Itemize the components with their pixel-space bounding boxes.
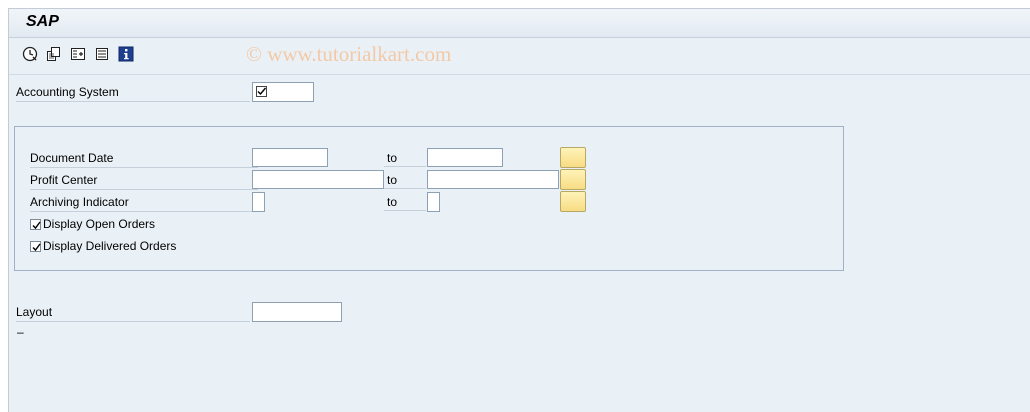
title-bar: SAP — [9, 9, 1030, 38]
document-date-from-input[interactable] — [252, 148, 328, 167]
archiving-indicator-to-label: to — [384, 193, 426, 211]
open-orders-checkbox[interactable] — [30, 219, 41, 230]
watermark-text: © www.tutorialkart.com — [246, 42, 452, 66]
delivered-orders-label: Display Delivered Orders — [43, 239, 177, 253]
delete-selection-icon[interactable] — [94, 46, 110, 62]
layout-input[interactable] — [252, 302, 342, 322]
info-icon[interactable] — [118, 46, 134, 62]
profit-center-label: Profit Center — [30, 171, 258, 190]
variants-icon[interactable] — [46, 46, 62, 62]
accounting-system-label: Accounting System — [16, 83, 250, 102]
layout-label: Layout — [16, 303, 250, 322]
execute-icon[interactable] — [22, 46, 38, 62]
delivered-orders-checkbox[interactable] — [30, 241, 41, 252]
window-title: SAP — [26, 13, 59, 30]
status-text: – — [17, 325, 24, 339]
application-toolbar: © www.tutorialkart.com — [9, 38, 1030, 75]
open-orders-label: Display Open Orders — [43, 217, 156, 231]
archiving-indicator-multiple-selection-button[interactable] — [560, 191, 586, 212]
archiving-indicator-label: Archiving Indicator — [30, 193, 258, 212]
profit-center-from-input[interactable] — [252, 170, 384, 189]
selection-options-icon[interactable] — [70, 46, 86, 62]
archiving-indicator-from-input[interactable] — [252, 192, 265, 212]
profit-center-to-label: to — [384, 171, 426, 189]
profit-center-to-input[interactable] — [427, 170, 559, 189]
accounting-system-checkbox-field[interactable] — [252, 82, 314, 102]
document-date-to-input[interactable] — [427, 148, 503, 167]
profit-center-multiple-selection-button[interactable] — [560, 169, 586, 190]
document-date-to-label: to — [384, 149, 426, 167]
document-date-multiple-selection-button[interactable] — [560, 147, 586, 168]
sap-window: SAP © www.tutorialkart.com Accounting Sy… — [8, 8, 1030, 412]
document-date-label: Document Date — [30, 149, 258, 168]
archiving-indicator-to-input[interactable] — [427, 192, 440, 212]
